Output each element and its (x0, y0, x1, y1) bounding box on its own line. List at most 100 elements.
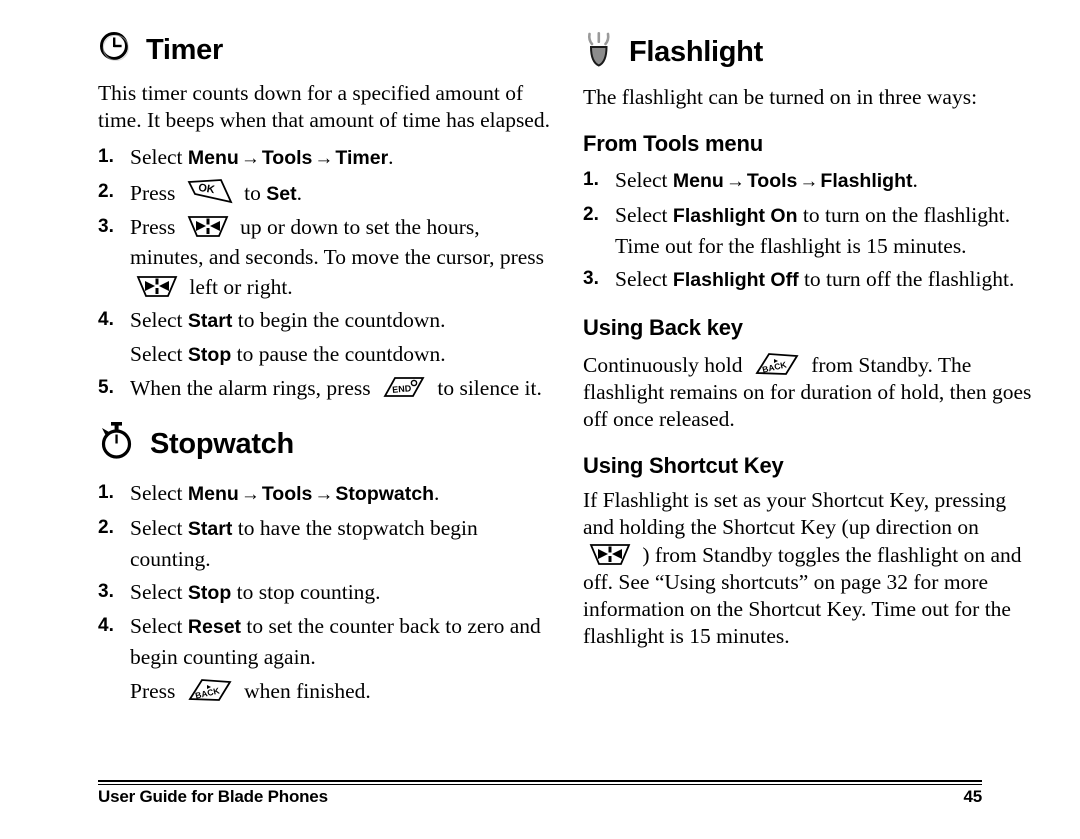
step-text: . (296, 181, 302, 206)
ok-key-icon: OK (186, 177, 234, 207)
step-number: 2. (98, 181, 114, 203)
step-text: . (434, 480, 440, 505)
step-number: 1. (98, 481, 114, 503)
page-number: 45 (963, 787, 982, 806)
step-text: Select (130, 342, 188, 367)
step-text: Select (130, 579, 188, 604)
list-item: 2. Select Start to have the stopwatch beg… (98, 513, 553, 574)
list-item: 1. Select Menu → Tools → Timer. (98, 142, 553, 174)
stopwatch-heading-label: Stopwatch (150, 428, 294, 461)
ui-term: Set (266, 183, 297, 206)
list-item: 5. When the alarm rings, press END to sil… (98, 373, 553, 403)
page-footer: User Guide for Blade Phones 45 (98, 787, 982, 807)
timer-step4-sub: Select Stop to pause the countdown. (98, 339, 553, 370)
step-number: 2. (98, 516, 114, 538)
step-text: when finished. (238, 678, 371, 703)
back-key-icon: BACK (753, 349, 801, 379)
step-text: Select (130, 480, 188, 505)
left-column: Timer This timer counts down for a speci… (98, 30, 553, 709)
ui-term: Stop (187, 581, 232, 604)
ui-term: Menu (672, 170, 724, 193)
ui-term: Tools (261, 147, 313, 170)
ui-term: Stopwatch (335, 482, 434, 505)
arrow-glyph: → (240, 483, 260, 505)
step-text: to stop counting. (231, 579, 381, 604)
step-number: 3. (98, 580, 114, 602)
step-text: Select (615, 203, 673, 228)
navigation-key-icon (135, 273, 179, 301)
paragraph-text: ) from Standby toggles the flashlight on… (583, 543, 1022, 649)
step-number: 3. (98, 216, 114, 238)
ui-term: Menu (187, 482, 239, 505)
footer-divider (98, 780, 982, 785)
timer-heading-label: Timer (146, 34, 223, 66)
list-item: 3. Select Stop to stop counting. (98, 577, 553, 608)
ui-term: Flashlight (820, 170, 913, 193)
using-back-key-heading: Using Back key (583, 315, 743, 341)
step-text: to begin the countdown. (232, 308, 446, 333)
step-text: Press (130, 678, 181, 703)
ui-term: Flashlight On (672, 205, 798, 228)
list-item: 3. Select Flashlight Off to turn off the … (583, 264, 1038, 295)
step-text: Select (615, 168, 673, 193)
ui-term: Tools (746, 170, 798, 193)
paragraph-text: Continuously hold (583, 353, 748, 378)
list-item: 1. Select Menu → Tools → Stopwatch. (98, 478, 553, 510)
step-number: 1. (583, 169, 599, 191)
ui-term: Flashlight Off (672, 269, 799, 292)
arrow-glyph: → (240, 148, 260, 170)
step-number: 4. (98, 309, 114, 331)
flashlight-heading-label: Flashlight (629, 36, 763, 68)
step-text: When the alarm rings, press (130, 376, 376, 401)
step-text: Select (130, 308, 188, 333)
from-tools-menu-steps: 1. Select Menu → Tools → Flashlight. 2. Select… (583, 165, 1038, 295)
step-number: 4. (98, 614, 114, 636)
end-key-icon: END (381, 374, 427, 402)
step-number: 2. (583, 204, 599, 226)
stopwatch-step4-sub: Press BACK when finished. (98, 675, 553, 706)
svg-text:OK: OK (197, 182, 215, 196)
step-text: Select (130, 145, 188, 170)
step-number: 3. (583, 268, 599, 290)
using-shortcut-key-heading: Using Shortcut Key (583, 453, 784, 479)
flashlight-icon (583, 30, 615, 74)
step-text: Select (130, 515, 188, 540)
step-text: Press (130, 181, 181, 206)
timer-steps-cont: 5. When the alarm rings, press END to sil… (98, 373, 553, 403)
step-number: 5. (98, 377, 114, 399)
stopwatch-icon (98, 421, 136, 467)
list-item: 2. Press OK to Set. (98, 177, 553, 209)
paragraph-text: If Flashlight is set as your Shortcut Ke… (583, 488, 1007, 540)
timer-steps: 1. Select Menu → Tools → Timer. 2. Press OK to… (98, 142, 553, 336)
list-item: 2. Select Flashlight On to turn on the fl… (583, 200, 1038, 261)
step-text: to (238, 181, 267, 206)
stopwatch-steps: 1. Select Menu → Tools → Stopwatch. 2. Select … (98, 478, 553, 672)
list-item: 4. Select Reset to set the counter back t… (98, 611, 553, 672)
using-back-key-text: Continuously hold BACK from Standby. The… (583, 349, 1038, 433)
ui-term: Start (187, 310, 233, 333)
list-item: 3. Press up or down to set the hours, min… (98, 212, 553, 302)
footer-title: User Guide for Blade Phones (98, 787, 328, 806)
using-shortcut-key-text: If Flashlight is set as your Shortcut Ke… (583, 487, 1038, 650)
navigation-key-icon (588, 541, 632, 569)
ui-term: Start (187, 517, 233, 540)
timer-intro: This timer counts down for a specified a… (98, 81, 550, 133)
ui-term: Tools (261, 482, 313, 505)
timer-heading: Timer (98, 30, 553, 70)
step-text: to silence it. (431, 376, 542, 401)
arrow-glyph: → (799, 171, 819, 193)
arrow-glyph: → (725, 171, 745, 193)
stopwatch-heading: Stopwatch (98, 421, 553, 467)
arrow-glyph: → (314, 483, 334, 505)
ui-term: Menu (187, 147, 239, 170)
flashlight-intro: The flashlight can be turned on in three… (583, 85, 978, 110)
right-column: Flashlight The flashlight can be turned … (583, 30, 1038, 658)
from-tools-menu-heading: From Tools menu (583, 131, 763, 157)
clock-icon (98, 30, 132, 70)
back-key-icon: BACK (186, 675, 234, 705)
ui-term: Timer (335, 147, 389, 170)
document-page: Timer This timer counts down for a speci… (0, 0, 1080, 839)
step-text: Select (130, 613, 188, 638)
step-text: to pause the countdown. (231, 342, 446, 367)
list-item: 4. Select Start to begin the countdown. (98, 305, 553, 336)
